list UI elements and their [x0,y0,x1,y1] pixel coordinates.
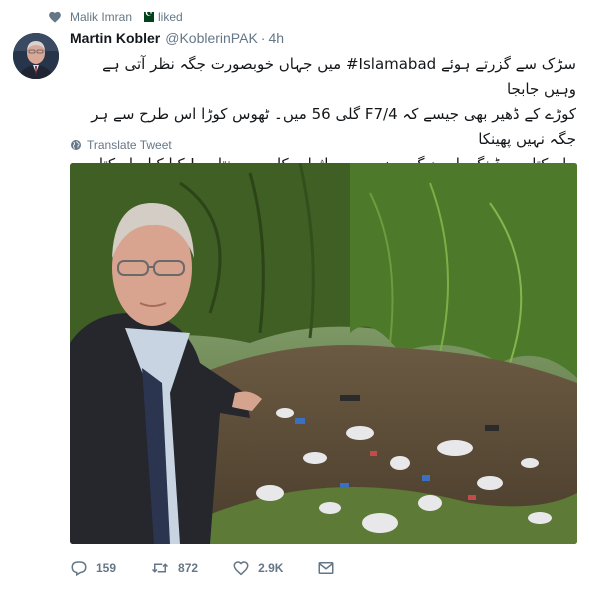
retweet-icon [152,563,169,573]
separator-dot: · [260,30,266,46]
tweet-actions: 159 872 2.9K [70,557,343,579]
liker-name[interactable]: Malik Imran [70,10,132,24]
pakistan-flag-icon [140,9,155,22]
tweet-card: Malik Imran liked Martin Kobler @Kobleri… [0,0,589,589]
heart-outline-icon [233,561,249,576]
globe-icon [71,140,81,150]
tweet-photo[interactable] [70,163,577,544]
retweet-button[interactable]: 872 [150,559,198,577]
reply-button[interactable]: 159 [70,559,116,577]
heart-icon [49,11,61,23]
tweet-text-line: سڑک سے گزرتے ہوئے Islamabad# میں جہاں خو… [102,55,576,98]
translate-label: Translate Tweet [87,138,172,152]
envelope-icon [318,562,334,574]
like-count: 2.9K [258,561,284,575]
like-button[interactable]: 2.9K [232,559,283,577]
avatar[interactable] [13,33,59,79]
tweet-header: Martin Kobler @KoblerinPAK · 4h [70,30,284,48]
social-context: Malik Imran liked [48,9,183,25]
retweet-count: 872 [178,561,199,575]
author-handle[interactable]: @KoblerinPAK [165,30,258,46]
translate-tweet-link[interactable]: Translate Tweet [70,137,172,153]
tweet-timestamp[interactable]: 4h [268,30,284,46]
reply-count: 159 [96,561,117,575]
direct-message-button[interactable] [317,559,343,577]
context-label: liked [158,10,183,24]
author-name[interactable]: Martin Kobler [70,30,160,46]
reply-icon [71,561,87,577]
